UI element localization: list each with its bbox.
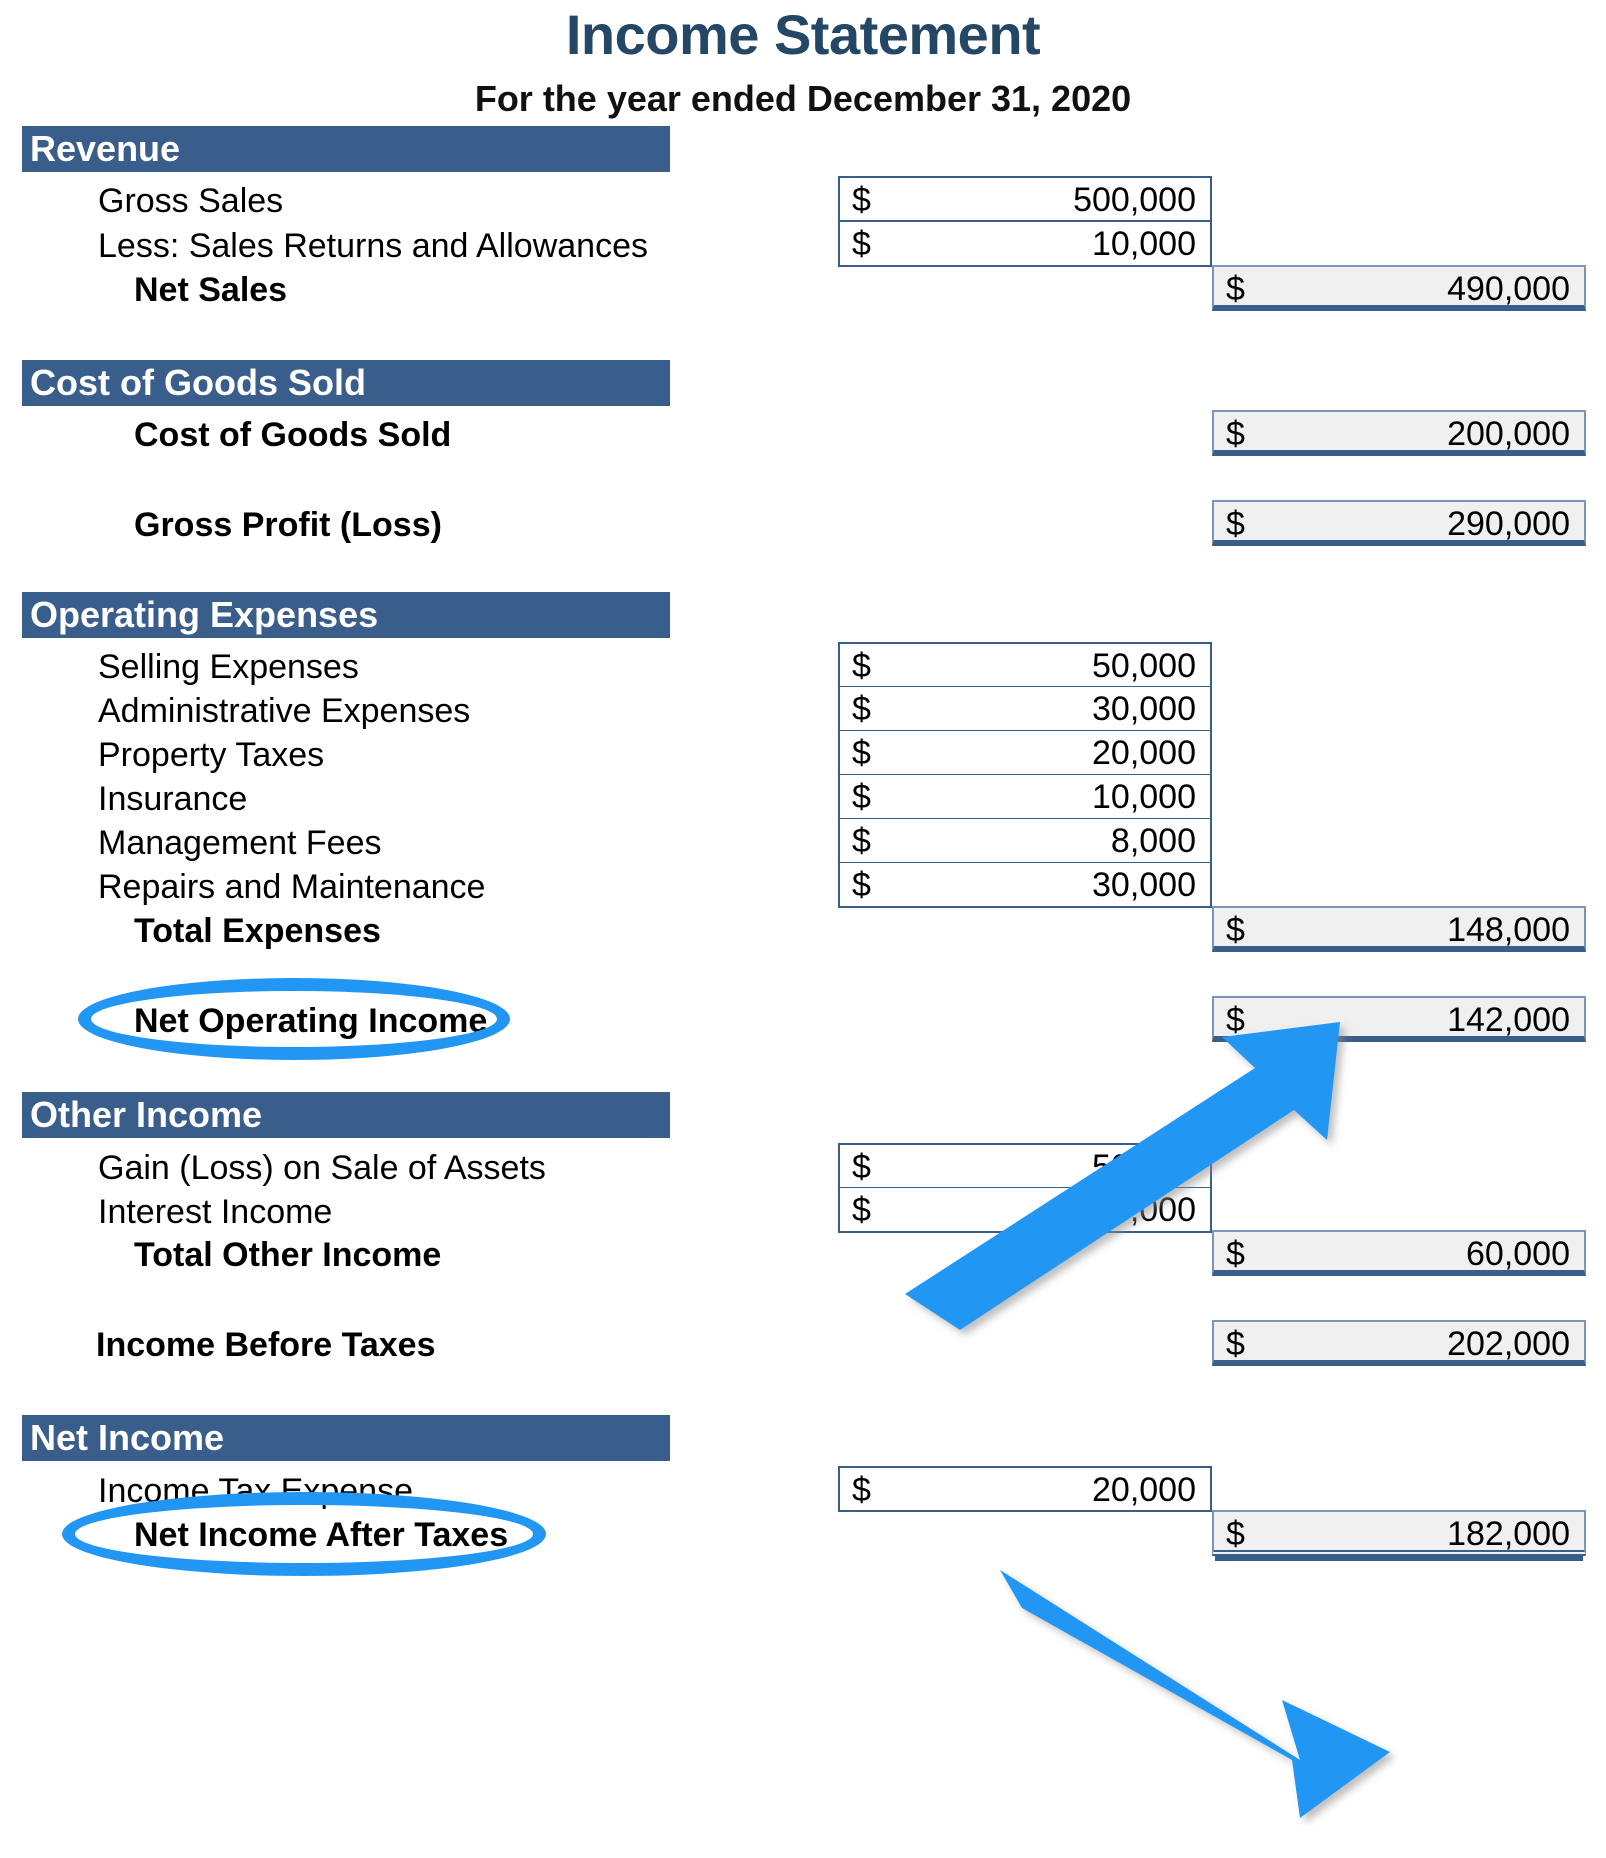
value-gross-profit: $ 290,000 bbox=[1212, 500, 1586, 546]
value-total-expenses: $ 148,000 bbox=[1212, 906, 1586, 952]
row-total-expenses: Total Expenses $ 148,000 bbox=[0, 906, 1606, 958]
value-interest-income: $ 10,000 bbox=[838, 1187, 1212, 1233]
amount-total-expenses: 148,000 bbox=[1447, 911, 1570, 949]
label-gross-sales: Gross Sales bbox=[98, 182, 284, 220]
currency-symbol: $ bbox=[1226, 415, 1245, 453]
value-net-income-after-taxes: $ 182,000 bbox=[1212, 1510, 1586, 1556]
currency-symbol: $ bbox=[1226, 911, 1245, 949]
section-header-revenue-row: Revenue bbox=[0, 126, 1606, 178]
currency-symbol: $ bbox=[852, 1191, 871, 1229]
value-income-tax-expense: $ 20,000 bbox=[838, 1466, 1212, 1512]
label-insurance: Insurance bbox=[98, 780, 248, 818]
amount-income-before-taxes: 202,000 bbox=[1447, 1325, 1570, 1363]
label-repairs-maintenance: Repairs and Maintenance bbox=[98, 868, 486, 906]
income-statement-sheet: Income Statement For the year ended Dece… bbox=[0, 0, 1606, 1858]
label-cogs: Cost of Goods Sold bbox=[134, 416, 452, 454]
amount-net-income-after-taxes: 182,000 bbox=[1447, 1515, 1570, 1553]
section-header-net-income-row: Net Income bbox=[0, 1415, 1606, 1467]
value-management-fees: $ 8,000 bbox=[838, 818, 1212, 864]
amount-selling-expenses: 50,000 bbox=[1092, 647, 1196, 685]
amount-net-sales: 490,000 bbox=[1447, 270, 1570, 308]
value-sales-returns: $ 10,000 bbox=[838, 221, 1212, 267]
section-header-operating-expenses-row: Operating Expenses bbox=[0, 592, 1606, 644]
label-net-income-after-taxes: Net Income After Taxes bbox=[134, 1516, 509, 1554]
currency-symbol: $ bbox=[852, 778, 871, 816]
page-title: Income Statement bbox=[565, 3, 1041, 66]
label-property-taxes: Property Taxes bbox=[98, 736, 325, 774]
value-total-other-income: $ 60,000 bbox=[1212, 1230, 1586, 1276]
arrow-to-net-income-after-taxes bbox=[1000, 1570, 1390, 1818]
label-income-before-taxes: Income Before Taxes bbox=[96, 1326, 436, 1364]
label-sales-returns: Less: Sales Returns and Allowances bbox=[98, 227, 648, 265]
amount-net-operating-income: 142,000 bbox=[1447, 1001, 1570, 1039]
currency-symbol: $ bbox=[1226, 1515, 1245, 1553]
value-gain-on-sale: $ 50,000 bbox=[838, 1143, 1212, 1189]
value-net-sales: $ 490,000 bbox=[1212, 265, 1586, 311]
currency-symbol: $ bbox=[852, 690, 871, 728]
amount-interest-income: 10,000 bbox=[1092, 1191, 1196, 1229]
value-insurance: $ 10,000 bbox=[838, 774, 1212, 820]
row-net-income-after-taxes: Net Income After Taxes $ 182,000 bbox=[0, 1510, 1606, 1562]
row-income-before-taxes: Income Before Taxes $ 202,000 bbox=[0, 1320, 1606, 1372]
label-net-sales: Net Sales bbox=[134, 271, 288, 309]
currency-symbol: $ bbox=[1226, 270, 1245, 308]
value-administrative-expenses: $ 30,000 bbox=[838, 686, 1212, 732]
amount-insurance: 10,000 bbox=[1092, 778, 1196, 816]
label-management-fees: Management Fees bbox=[98, 824, 382, 862]
label-net-operating-income: Net Operating Income bbox=[134, 1002, 488, 1040]
amount-gross-sales: 500,000 bbox=[1073, 181, 1196, 219]
amount-gain-on-sale: 50,000 bbox=[1092, 1148, 1196, 1186]
section-header-cogs: Cost of Goods Sold bbox=[22, 360, 670, 406]
label-administrative-expenses: Administrative Expenses bbox=[98, 692, 471, 730]
row-net-operating-income: Net Operating Income $ 142,000 bbox=[0, 996, 1606, 1048]
currency-symbol: $ bbox=[1226, 505, 1245, 543]
section-header-operating-expenses: Operating Expenses bbox=[22, 592, 670, 638]
amount-cogs: 200,000 bbox=[1447, 415, 1570, 453]
section-header-other-income-row: Other Income bbox=[0, 1092, 1606, 1144]
label-selling-expenses: Selling Expenses bbox=[98, 648, 359, 686]
label-income-tax-expense: Income Tax Expense bbox=[98, 1472, 413, 1510]
section-header-net-income: Net Income bbox=[22, 1415, 670, 1461]
currency-symbol: $ bbox=[1226, 1001, 1245, 1039]
value-cogs: $ 200,000 bbox=[1212, 410, 1586, 456]
amount-sales-returns: 10,000 bbox=[1092, 225, 1196, 263]
section-header-other-income: Other Income bbox=[22, 1092, 670, 1138]
amount-income-tax-expense: 20,000 bbox=[1092, 1471, 1196, 1509]
currency-symbol: $ bbox=[852, 866, 871, 904]
amount-property-taxes: 20,000 bbox=[1092, 734, 1196, 772]
value-repairs-maintenance: $ 30,000 bbox=[838, 862, 1212, 908]
currency-symbol: $ bbox=[852, 1148, 871, 1186]
amount-gross-profit: 290,000 bbox=[1447, 505, 1570, 543]
amount-total-other-income: 60,000 bbox=[1466, 1235, 1570, 1273]
row-gross-profit: Gross Profit (Loss) $ 290,000 bbox=[0, 500, 1606, 552]
section-header-revenue: Revenue bbox=[22, 126, 670, 172]
amount-repairs-maintenance: 30,000 bbox=[1092, 866, 1196, 904]
amount-administrative-expenses: 30,000 bbox=[1092, 690, 1196, 728]
currency-symbol: $ bbox=[1226, 1325, 1245, 1363]
amount-management-fees: 8,000 bbox=[1110, 822, 1196, 860]
row-net-sales: Net Sales $ 490,000 bbox=[0, 265, 1606, 317]
label-gain-on-sale: Gain (Loss) on Sale of Assets bbox=[98, 1149, 546, 1187]
currency-symbol: $ bbox=[852, 181, 871, 219]
label-total-other-income: Total Other Income bbox=[134, 1236, 442, 1274]
label-total-expenses: Total Expenses bbox=[134, 912, 381, 950]
currency-symbol: $ bbox=[1226, 1235, 1245, 1273]
currency-symbol: $ bbox=[852, 225, 871, 263]
value-property-taxes: $ 20,000 bbox=[838, 730, 1212, 776]
value-gross-sales: $ 500,000 bbox=[838, 176, 1212, 222]
value-net-operating-income: $ 142,000 bbox=[1212, 996, 1586, 1042]
label-gross-profit: Gross Profit (Loss) bbox=[134, 506, 442, 544]
page-subtitle: For the year ended December 31, 2020 bbox=[474, 78, 1132, 119]
value-selling-expenses: $ 50,000 bbox=[838, 642, 1212, 688]
currency-symbol: $ bbox=[852, 822, 871, 860]
value-income-before-taxes: $ 202,000 bbox=[1212, 1320, 1586, 1366]
section-header-cogs-row: Cost of Goods Sold bbox=[0, 360, 1606, 412]
currency-symbol: $ bbox=[852, 734, 871, 772]
currency-symbol: $ bbox=[852, 1471, 871, 1509]
currency-symbol: $ bbox=[852, 647, 871, 685]
row-cogs: Cost of Goods Sold $ 200,000 bbox=[0, 410, 1606, 462]
row-total-other-income: Total Other Income $ 60,000 bbox=[0, 1230, 1606, 1282]
